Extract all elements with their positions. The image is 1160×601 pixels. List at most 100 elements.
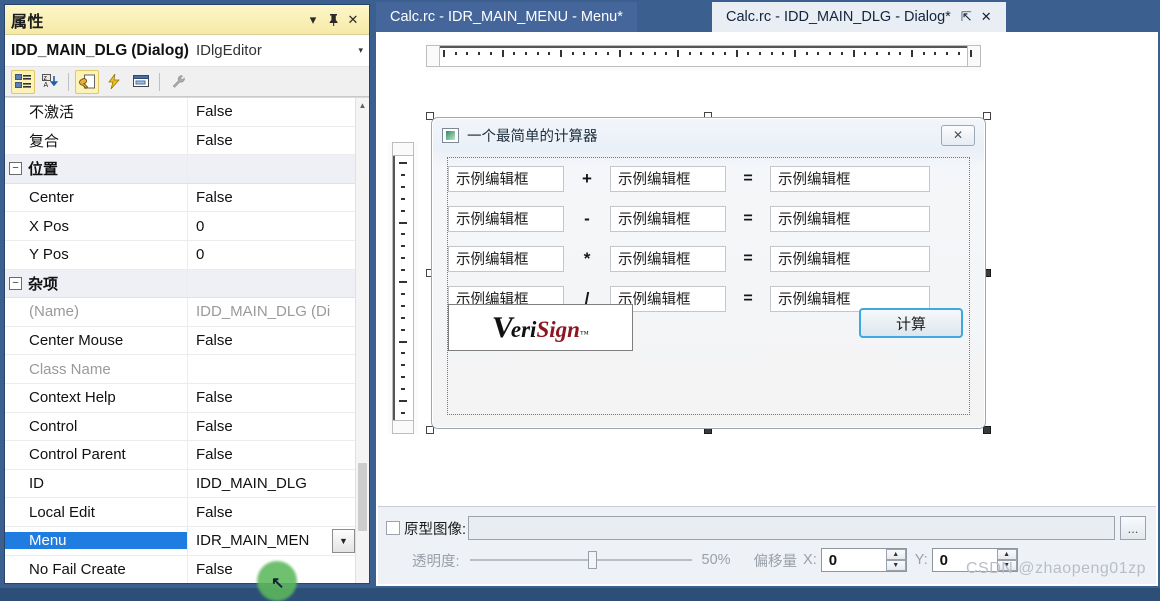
ruler-tick bbox=[817, 52, 820, 55]
properties-scrollbar[interactable]: ▲ bbox=[355, 98, 369, 583]
transparency-slider[interactable] bbox=[469, 550, 692, 570]
property-row[interactable]: X Pos 0 bbox=[5, 212, 355, 241]
chevron-down-icon[interactable]: ▾ bbox=[358, 45, 363, 56]
ruler-cap-bottom[interactable] bbox=[392, 420, 414, 434]
properties-object-selector[interactable]: IDD_MAIN_DLG (Dialog) IDlgEditor ▾ bbox=[5, 35, 369, 67]
result-input[interactable]: 示例编辑框 bbox=[770, 245, 930, 272]
property-value[interactable]: False bbox=[187, 98, 355, 126]
ruler-cap-left[interactable] bbox=[426, 45, 440, 67]
close-icon[interactable]: ✕ bbox=[981, 9, 992, 25]
dialog-design-surface[interactable]: 一个最简单的计算器 ✕ 示例编辑框 + 示例编辑框 = 示例编辑框 示例编辑框 - 示例编辑框… bbox=[376, 32, 1158, 586]
property-pages-icon[interactable] bbox=[129, 70, 153, 94]
offset-x-spin-buttons[interactable]: ▲ ▼ bbox=[885, 549, 906, 571]
property-row[interactable]: 不激活 False bbox=[5, 98, 355, 127]
property-value[interactable]: False bbox=[187, 326, 355, 355]
property-value[interactable]: 0 bbox=[187, 212, 355, 240]
prototype-path-input[interactable] bbox=[468, 516, 1115, 540]
trademark-symbol: ™ bbox=[579, 328, 589, 339]
dialog-selection-wrapper[interactable]: 一个最简单的计算器 ✕ 示例编辑框 + 示例编辑框 = 示例编辑框 示例编辑框 - 示例编辑框… bbox=[426, 112, 991, 434]
close-icon[interactable]: ✕ bbox=[343, 10, 363, 30]
watermark-text: CSDN @zhaopeng01zp bbox=[965, 560, 1146, 577]
tab-menu-editor[interactable]: Calc.rc - IDR_MAIN_MENU - Menu* bbox=[376, 2, 637, 32]
ruler-tick bbox=[641, 52, 644, 55]
operand-b-input[interactable]: 示例编辑框 bbox=[610, 245, 726, 272]
property-value[interactable] bbox=[187, 269, 355, 298]
object-class-label: IDlgEditor bbox=[195, 42, 262, 59]
property-value[interactable]: 0 bbox=[187, 240, 355, 269]
dialog-titlebar: 一个最简单的计算器 ✕ bbox=[432, 118, 985, 152]
categorized-icon[interactable] bbox=[11, 69, 35, 94]
properties-grid[interactable]: 不激活 False 复合 False − 位置 Center False X Pos 0 Y Pos… bbox=[5, 97, 369, 583]
property-row[interactable]: No Fail Create False bbox=[5, 555, 355, 583]
dialog-content-group[interactable]: 示例编辑框 + 示例编辑框 = 示例编辑框 示例编辑框 - 示例编辑框 = 示例编辑框 示例编辑框 *… bbox=[447, 157, 970, 415]
property-row[interactable]: Control False bbox=[5, 412, 355, 442]
scroll-up-icon[interactable]: ▲ bbox=[356, 98, 369, 112]
ruler-tick bbox=[401, 245, 405, 248]
dialog-close-button[interactable]: ✕ bbox=[941, 124, 975, 146]
property-value[interactable]: False bbox=[187, 383, 355, 412]
prototype-image-checkbox[interactable] bbox=[386, 521, 400, 535]
ruler-cap-top[interactable] bbox=[392, 142, 414, 156]
property-value[interactable]: False bbox=[187, 441, 355, 469]
property-value[interactable] bbox=[187, 155, 355, 183]
collapse-expander-icon[interactable]: − bbox=[9, 276, 22, 290]
events-icon[interactable] bbox=[102, 70, 126, 94]
calculator-dialog[interactable]: 一个最简单的计算器 ✕ 示例编辑框 + 示例编辑框 = 示例编辑框 示例编辑框 - 示例编辑框… bbox=[431, 117, 986, 429]
wrench-icon[interactable] bbox=[166, 70, 190, 94]
property-row[interactable]: (Name) IDD_MAIN_DLG (Di bbox=[5, 298, 355, 327]
property-category-row[interactable]: − 位置 bbox=[5, 155, 355, 184]
verisign-logo-control[interactable]: V eri Sign ™ bbox=[448, 304, 633, 351]
offset-x-stepper[interactable]: 0 ▲ ▼ bbox=[820, 548, 907, 572]
verisign-check-mark: V bbox=[490, 310, 516, 344]
property-category-row[interactable]: − 杂项 bbox=[5, 269, 355, 299]
app-icon bbox=[442, 127, 459, 143]
property-value[interactable]: IDR_MAIN_MEN ▼ bbox=[187, 526, 355, 555]
property-row[interactable]: Class Name bbox=[5, 355, 355, 384]
ruler-tick bbox=[399, 162, 407, 164]
tab-dialog-editor[interactable]: Calc.rc - IDD_MAIN_DLG - Dialog* ⇱ ✕ bbox=[712, 2, 1006, 32]
property-row[interactable]: Menu IDR_MAIN_MEN ▼ bbox=[5, 526, 355, 556]
calculate-button[interactable]: 计算 bbox=[859, 308, 963, 338]
property-row[interactable]: Center False bbox=[5, 183, 355, 213]
spin-up-icon[interactable]: ▲ bbox=[885, 549, 906, 560]
pin-icon[interactable]: ⇱ bbox=[961, 9, 972, 25]
browse-button[interactable]: ... bbox=[1120, 516, 1146, 540]
slider-knob[interactable] bbox=[587, 551, 597, 569]
operand-b-input[interactable]: 示例编辑框 bbox=[610, 205, 726, 232]
property-value[interactable]: False bbox=[187, 126, 355, 155]
ruler-tick bbox=[401, 328, 405, 331]
ruler-tick bbox=[723, 52, 726, 55]
spin-down-icon[interactable]: ▼ bbox=[885, 560, 906, 571]
ruler-tick bbox=[548, 52, 551, 55]
property-value[interactable]: IDD_MAIN_DLG (Di bbox=[187, 298, 355, 326]
property-value[interactable]: False bbox=[187, 498, 355, 526]
result-input[interactable]: 示例编辑框 bbox=[770, 165, 930, 192]
pin-icon[interactable] bbox=[323, 10, 343, 30]
property-row[interactable]: Y Pos 0 bbox=[5, 240, 355, 270]
properties-icon[interactable] bbox=[75, 69, 99, 94]
resize-handle-se[interactable] bbox=[983, 426, 991, 434]
scrollbar-thumb[interactable] bbox=[358, 463, 367, 531]
ruler-tick bbox=[758, 52, 761, 55]
operand-a-input[interactable]: 示例编辑框 bbox=[448, 205, 564, 232]
operand-a-input[interactable]: 示例编辑框 bbox=[448, 165, 564, 192]
operand-a-input[interactable]: 示例编辑框 bbox=[448, 245, 564, 272]
chevron-down-icon[interactable]: ▼ bbox=[332, 528, 355, 553]
property-row[interactable]: Control Parent False bbox=[5, 441, 355, 470]
property-row[interactable]: 复合 False bbox=[5, 126, 355, 156]
spin-up-icon[interactable]: ▲ bbox=[996, 549, 1017, 560]
property-row[interactable]: Center Mouse False bbox=[5, 326, 355, 356]
ruler-tick bbox=[618, 50, 621, 57]
result-input[interactable]: 示例编辑框 bbox=[770, 205, 930, 232]
property-value[interactable]: False bbox=[187, 412, 355, 441]
property-value[interactable]: False bbox=[187, 183, 355, 212]
property-value[interactable] bbox=[187, 355, 355, 383]
collapse-expander-icon[interactable]: − bbox=[9, 162, 22, 176]
property-value[interactable]: IDD_MAIN_DLG bbox=[187, 469, 355, 498]
property-row[interactable]: Local Edit False bbox=[5, 498, 355, 527]
property-row[interactable]: ID IDD_MAIN_DLG bbox=[5, 469, 355, 499]
chevron-down-icon[interactable]: ▾ bbox=[303, 10, 323, 30]
operand-b-input[interactable]: 示例编辑框 bbox=[610, 165, 726, 192]
property-row[interactable]: Context Help False bbox=[5, 383, 355, 413]
alphabetical-sort-icon[interactable]: A z bbox=[38, 70, 62, 94]
